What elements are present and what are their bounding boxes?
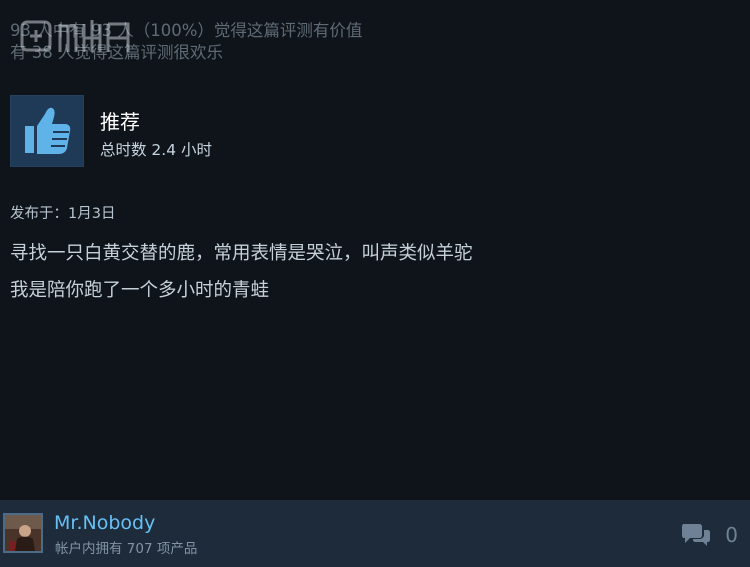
watermark-logo-icon xyxy=(20,20,130,52)
comment-bubbles-icon xyxy=(682,524,711,546)
author-footer: Mr.Nobody 帐户内拥有 707 项产品 0 xyxy=(0,500,750,567)
avatar-image-icon xyxy=(5,515,41,551)
review-card: 93 人中有 93 人（100%）觉得这篇评测有价值 有 38 人觉得这篇评测很… xyxy=(0,0,750,567)
review-line: 我是陪你跑了一个多小时的青蛙 xyxy=(10,280,270,301)
thumbs-up-icon-box xyxy=(10,95,84,167)
review-line: 寻找一只白黄交替的鹿，常用表情是哭泣，叫声类似羊驼 xyxy=(10,243,473,264)
recommendation-block: 推荐 总时数 2.4 小时 xyxy=(10,95,212,167)
products-owned: 帐户内拥有 707 项产品 xyxy=(55,541,198,557)
thumbs-up-icon xyxy=(25,107,71,154)
recommendation-title: 推荐 xyxy=(100,110,140,134)
posted-date: 发布于：1月3日 xyxy=(10,206,116,222)
review-body: 寻找一只白黄交替的鹿，常用表情是哭泣，叫声类似羊驼 我是陪你跑了一个多小时的青蛙 xyxy=(10,235,473,309)
comment-count: 0 xyxy=(725,523,738,547)
comments-button[interactable]: 0 xyxy=(681,522,738,548)
playtime-hours: 总时数 2.4 小时 xyxy=(100,141,213,159)
author-username[interactable]: Mr.Nobody xyxy=(54,511,155,535)
avatar[interactable] xyxy=(3,513,43,553)
